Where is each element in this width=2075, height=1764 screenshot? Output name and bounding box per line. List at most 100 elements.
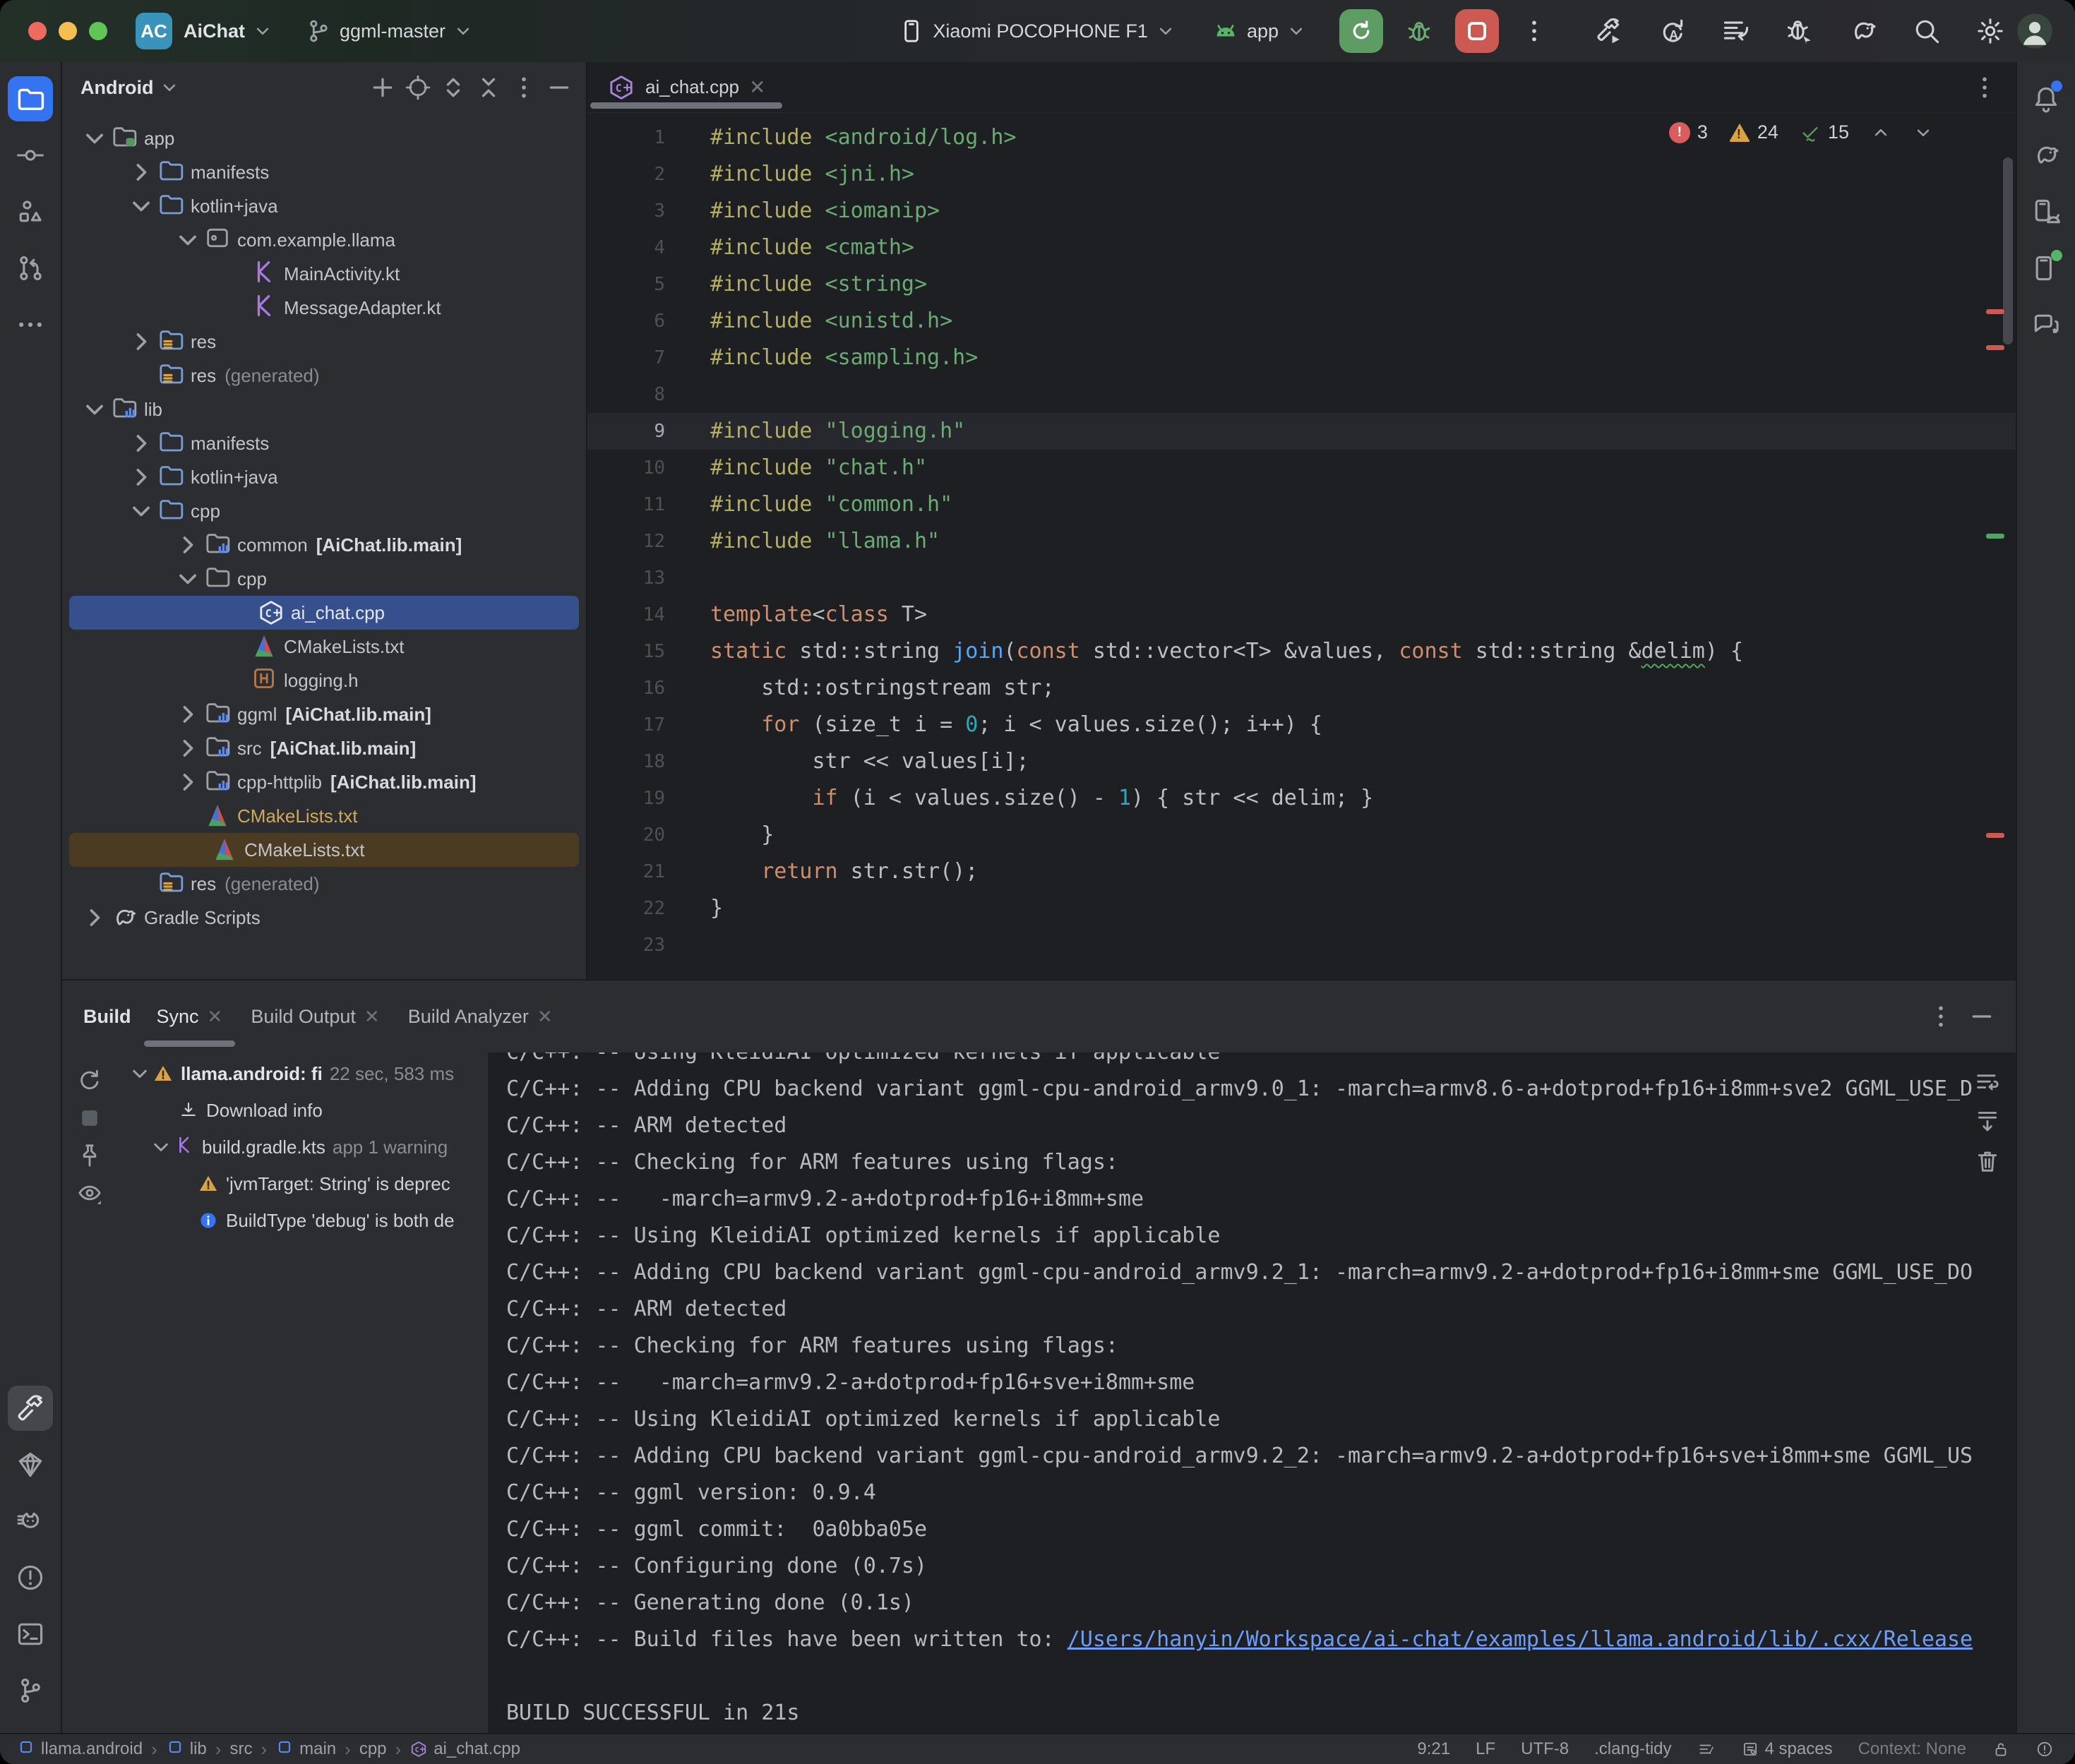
close-icon[interactable]: ✕	[364, 1006, 380, 1028]
build-tree-row[interactable]: llama.android: fi22 sec, 583 ms	[117, 1055, 488, 1092]
inspections-widget[interactable]: ! 3 24 15	[1669, 121, 1934, 143]
close-window-button[interactable]	[28, 22, 47, 40]
breadcrumb-item[interactable]: cpp	[359, 1739, 387, 1759]
scroll-to-end-button[interactable]	[1973, 1108, 2002, 1136]
options-menu-button[interactable]	[510, 73, 538, 102]
tree-row[interactable]: kotlin+java	[62, 460, 586, 494]
tree-row[interactable]: CMakeLists.txt	[69, 833, 579, 867]
search-everywhere-button[interactable]	[1911, 16, 1942, 47]
tab-build-analyzer[interactable]: Build Analyzer ✕	[394, 980, 567, 1052]
chevron-down-icon[interactable]	[172, 224, 203, 256]
build-tree-row[interactable]: Download info	[117, 1092, 488, 1129]
tree-row[interactable]: MessageAdapter.kt	[62, 291, 586, 325]
tree-row[interactable]: CMakeLists.txt	[62, 630, 586, 664]
tree-row[interactable]: manifests	[62, 426, 586, 460]
add-button[interactable]	[369, 73, 397, 102]
chevron-down-icon[interactable]	[79, 123, 110, 154]
attach-debugger-button[interactable]	[1784, 16, 1815, 47]
editor-tab[interactable]: C ai_chat.cpp ✕	[587, 62, 785, 112]
format-indicator[interactable]	[1697, 1740, 1716, 1758]
build-tree-row[interactable]: 'jvmTarget: String' is deprec	[117, 1165, 488, 1202]
chevron-down-icon[interactable]	[127, 1061, 153, 1086]
chevron-right-icon[interactable]	[172, 767, 203, 798]
tree-row[interactable]: manifests	[62, 155, 586, 189]
problems-tool-button[interactable]	[3, 1549, 58, 1606]
debug-button[interactable]	[1397, 9, 1441, 53]
build-output-link[interactable]: /Users/hanyin/Workspace/ai-chat/examples…	[1068, 1627, 1973, 1652]
build-options-button[interactable]	[1927, 1002, 1955, 1031]
tree-row[interactable]: cpp	[62, 562, 586, 596]
next-problem-button[interactable]	[1913, 122, 1934, 143]
editor[interactable]: C ai_chat.cpp ✕ ! 3 24	[587, 62, 2016, 979]
chevron-down-icon[interactable]	[126, 191, 157, 222]
locate-file-button[interactable]	[404, 73, 432, 102]
tree-row[interactable]: res(generated)	[62, 867, 586, 901]
tree-row[interactable]: logging.h	[62, 664, 586, 697]
app-quality-insights-button[interactable]	[3, 1436, 58, 1493]
project-selector[interactable]: AiChat	[184, 20, 273, 42]
collapse-all-button[interactable]	[474, 73, 503, 102]
commit-tool-button[interactable]	[3, 127, 58, 184]
zoom-window-button[interactable]	[89, 22, 107, 40]
chevron-down-icon[interactable]	[148, 1134, 174, 1160]
breadcrumb-item[interactable]: lib	[166, 1739, 207, 1759]
tab-sync[interactable]: Sync ✕	[143, 980, 237, 1052]
error-stripe-mark[interactable]	[1986, 309, 2004, 314]
pull-requests-tool-button[interactable]	[3, 240, 58, 296]
error-count[interactable]: ! 3	[1669, 121, 1708, 143]
tree-row[interactable]: app	[62, 121, 586, 155]
breadcrumb-item[interactable]: src	[229, 1739, 252, 1759]
breadcrumb-item[interactable]: llama.android	[17, 1739, 143, 1759]
more-run-options-button[interactable]	[1520, 17, 1548, 45]
caret-position[interactable]: 9:21	[1417, 1739, 1450, 1759]
pin-tab-button[interactable]	[76, 1141, 104, 1170]
tab-build-output[interactable]: Build Output ✕	[237, 980, 393, 1052]
chevron-down-icon[interactable]	[79, 394, 110, 425]
inspection-widget[interactable]	[2035, 1740, 2054, 1758]
build-tree-row[interactable]: build.gradle.ktsapp 1 warning	[117, 1129, 488, 1165]
tree-row[interactable]: ggml[AiChat.lib.main]	[62, 697, 586, 731]
structure-tool-button[interactable]	[3, 184, 58, 240]
tree-row[interactable]: common[AiChat.lib.main]	[62, 528, 586, 562]
view-options-button[interactable]	[76, 1179, 104, 1207]
running-devices-button[interactable]	[2019, 240, 2074, 296]
chevron-right-icon[interactable]	[172, 699, 203, 730]
terminal-tool-button[interactable]	[3, 1606, 58, 1662]
version-control-button[interactable]	[3, 1662, 58, 1719]
clear-all-button[interactable]	[1973, 1147, 2002, 1175]
analysis-context[interactable]: Context: None	[1858, 1739, 1966, 1759]
soft-wrap-button[interactable]	[1973, 1068, 2002, 1096]
chevron-down-icon[interactable]	[126, 496, 157, 527]
apply-changes-button[interactable]: A	[1657, 16, 1688, 47]
build-button[interactable]	[1593, 16, 1625, 47]
tree-row[interactable]: cpp	[62, 494, 586, 528]
tree-row[interactable]: lib	[62, 392, 586, 426]
gradle-tool-button[interactable]	[2019, 127, 2074, 184]
branch-selector[interactable]: ggml-master	[304, 17, 474, 45]
project-tool-button[interactable]	[3, 71, 58, 127]
tree-row[interactable]: res(generated)	[62, 359, 586, 392]
tree-row[interactable]: MainActivity.kt	[62, 257, 586, 291]
minimize-window-button[interactable]	[59, 22, 77, 40]
tree-row[interactable]: com.example.llama	[62, 223, 586, 257]
editor-options-button[interactable]	[1971, 73, 1999, 102]
tree-row[interactable]: src[AiChat.lib.main]	[62, 731, 586, 765]
rerun-button[interactable]	[1339, 9, 1383, 53]
error-stripe-mark[interactable]	[1986, 534, 2004, 539]
tree-row[interactable]: kotlin+java	[62, 189, 586, 223]
tree-row[interactable]: res	[62, 325, 586, 359]
breadcrumb-item[interactable]: Cai_chat.cpp	[409, 1739, 520, 1759]
clang-tidy[interactable]: .clang-tidy	[1594, 1739, 1671, 1759]
build-tool-button[interactable]	[3, 1380, 58, 1436]
stop-button[interactable]	[1455, 9, 1499, 53]
close-tab-icon[interactable]: ✕	[749, 76, 765, 99]
close-icon[interactable]: ✕	[537, 1006, 553, 1028]
tree-row[interactable]: Gradle Scripts	[62, 901, 586, 935]
build-tree-row[interactable]: BuildType 'debug' is both de	[117, 1202, 488, 1239]
chevron-right-icon[interactable]	[79, 902, 110, 933]
close-icon[interactable]: ✕	[208, 1006, 223, 1028]
run-config-selector[interactable]: app	[1212, 17, 1307, 45]
settings-button[interactable]	[1975, 16, 2006, 47]
chevron-right-icon[interactable]	[126, 462, 157, 493]
error-stripe-mark[interactable]	[1986, 833, 2004, 838]
